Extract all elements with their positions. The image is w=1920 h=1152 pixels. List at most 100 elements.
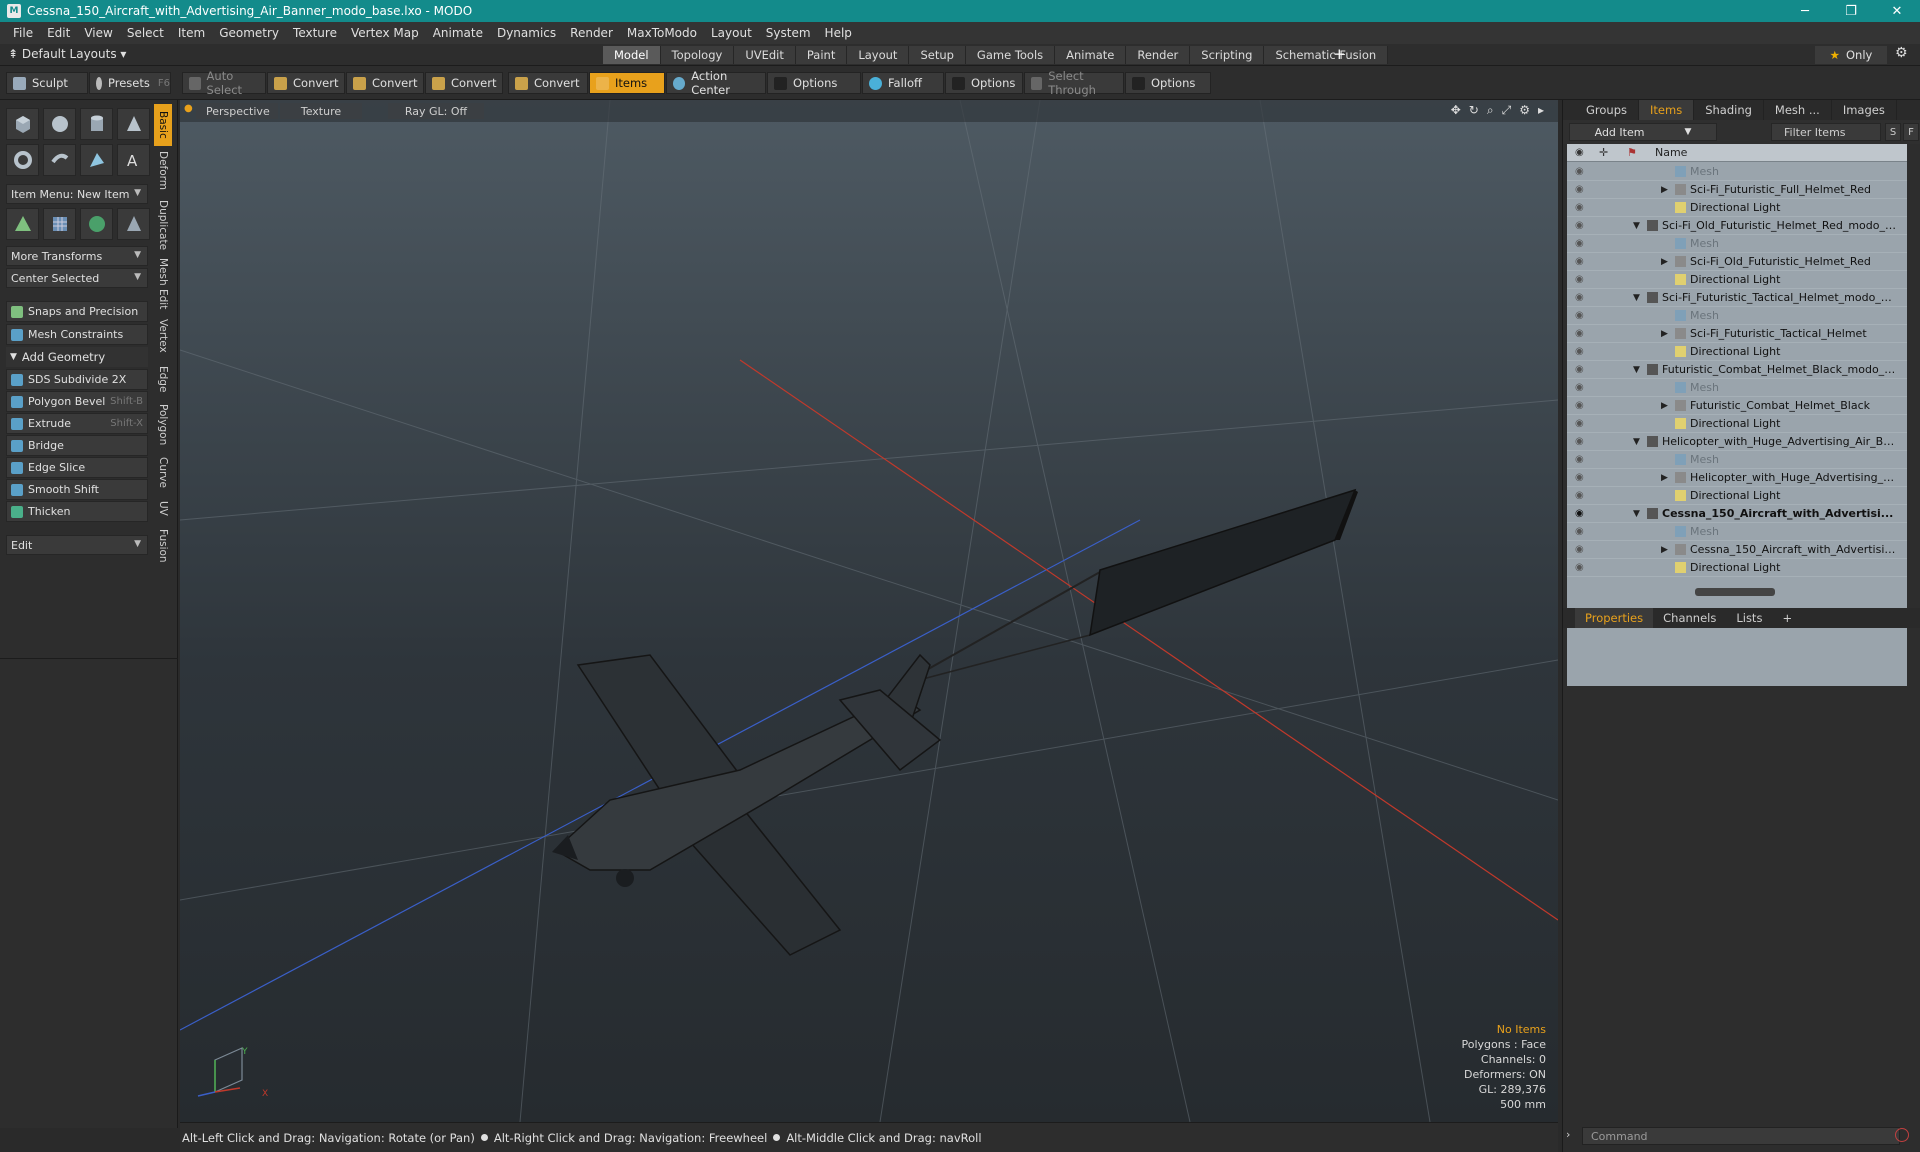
tree-mesh-row[interactable]: ◉ Mesh xyxy=(1567,451,1907,469)
shading-dropdown[interactable]: Texture xyxy=(280,103,362,119)
smooth-shift-button[interactable]: Smooth Shift xyxy=(6,479,148,500)
visibility-eye-icon[interactable]: ◉ xyxy=(1575,490,1584,501)
capsule-icon[interactable] xyxy=(43,144,76,176)
grid-icon[interactable] xyxy=(43,208,76,240)
visibility-eye-icon[interactable]: ◉ xyxy=(1575,274,1584,285)
tree-scene-row[interactable]: ◉ ▼ Futuristic_Combat_Helmet_Black_modo_ba… xyxy=(1567,361,1907,379)
select-through-button[interactable]: Select Through xyxy=(1024,69,1124,97)
viewport-gear-icon[interactable]: ⚙ xyxy=(1519,103,1530,118)
tree-light-row[interactable]: ◉ Directional Light xyxy=(1567,415,1907,433)
filter-items-input[interactable]: Filter Items xyxy=(1771,123,1881,141)
vtab-curve[interactable]: Curve xyxy=(154,452,172,492)
visibility-eye-icon[interactable]: ◉ xyxy=(1575,346,1584,357)
expand-icon[interactable]: ▶ xyxy=(1661,257,1668,267)
tab-layout[interactable]: Layout xyxy=(847,46,910,64)
pen-icon[interactable] xyxy=(80,144,113,176)
collapse-icon[interactable]: ▼ xyxy=(1633,509,1640,519)
extrude-button[interactable]: Extrude Shift-X xyxy=(6,413,148,434)
command-input[interactable]: Command xyxy=(1582,1127,1900,1145)
default-layouts-dropdown[interactable]: ⇞ Default Layouts ▾ xyxy=(8,47,126,61)
pan-icon[interactable]: ✥ xyxy=(1451,103,1461,118)
more-transforms-dropdown[interactable]: More Transforms ▼ xyxy=(6,246,148,266)
cylinder-icon[interactable] xyxy=(80,108,113,140)
menu-file[interactable]: File xyxy=(6,26,40,40)
maximize-button[interactable]: ❐ xyxy=(1828,0,1874,22)
vtab-mesh-edit[interactable]: Mesh Edit xyxy=(154,256,172,312)
convert-vertices-button[interactable]: Convert xyxy=(267,72,345,94)
tree-mesh-row[interactable]: ◉ Mesh xyxy=(1567,163,1907,181)
vtab-edge[interactable]: Edge xyxy=(154,360,172,398)
f-button[interactable]: F xyxy=(1903,123,1919,141)
visibility-eye-icon[interactable]: ◉ xyxy=(1575,544,1584,555)
viewport-menu-icon[interactable]: ● xyxy=(184,103,193,114)
expand-icon[interactable]: ▶ xyxy=(1661,401,1668,411)
edge-slice-button[interactable]: Edge Slice xyxy=(6,457,148,478)
menu-select[interactable]: Select xyxy=(120,26,171,40)
visibility-eye-icon[interactable]: ◉ xyxy=(1575,400,1584,411)
tab-game-tools[interactable]: Game Tools xyxy=(965,46,1056,64)
tab-animate[interactable]: Animate xyxy=(1055,46,1127,64)
menu-system[interactable]: System xyxy=(759,26,818,40)
mesh-constraints-button[interactable]: Mesh Constraints xyxy=(6,324,148,345)
visibility-eye-icon[interactable]: ◉ xyxy=(1575,454,1584,465)
cube-icon[interactable] xyxy=(6,108,39,140)
action-center-button[interactable]: Action Center xyxy=(666,69,766,97)
fit-icon[interactable]: ⤢ xyxy=(1502,103,1512,118)
menu-texture[interactable]: Texture xyxy=(286,26,344,40)
visibility-eye-icon[interactable]: ◉ xyxy=(1575,202,1584,213)
menu-maxtomodo[interactable]: MaxToModo xyxy=(620,26,704,40)
expand-icon[interactable]: ▶ xyxy=(1661,185,1668,195)
select-options-button[interactable]: Options xyxy=(1125,72,1211,94)
close-button[interactable]: ✕ xyxy=(1874,0,1920,22)
menu-geometry[interactable]: Geometry xyxy=(212,26,286,40)
visibility-eye-icon[interactable]: ◉ xyxy=(1575,472,1584,483)
menu-view[interactable]: View xyxy=(77,26,119,40)
collapse-icon[interactable]: ▼ xyxy=(1633,221,1640,231)
menu-dynamics[interactable]: Dynamics xyxy=(490,26,563,40)
vtab-basic[interactable]: Basic xyxy=(154,104,172,146)
visibility-eye-icon[interactable]: ◉ xyxy=(1575,238,1584,249)
visibility-eye-icon[interactable]: ◉ xyxy=(1575,292,1584,303)
visibility-eye-icon[interactable]: ◉ xyxy=(1575,256,1584,267)
convert-polygons-button[interactable]: Convert xyxy=(425,72,503,94)
minimize-button[interactable]: ─ xyxy=(1782,0,1828,22)
item-menu-dropdown[interactable]: Item Menu: New Item ▼ xyxy=(6,184,148,204)
menu-layout[interactable]: Layout xyxy=(704,26,759,40)
globe-icon[interactable] xyxy=(80,208,113,240)
tree-light-row[interactable]: ◉ Directional Light xyxy=(1567,559,1907,577)
visibility-eye-icon[interactable]: ◉ xyxy=(1575,364,1584,375)
tab-model[interactable]: Model xyxy=(603,46,661,64)
polygon-bevel-button[interactable]: Polygon Bevel Shift-B xyxy=(6,391,148,412)
tab-shading[interactable]: Shading xyxy=(1694,100,1764,120)
falloff-button[interactable]: Falloff xyxy=(862,72,944,94)
menu-help[interactable]: Help xyxy=(818,26,859,40)
tab-mesh[interactable]: Mesh ... xyxy=(1764,100,1832,120)
vtab-polygon[interactable]: Polygon xyxy=(154,400,172,450)
thicken-button[interactable]: Thicken xyxy=(6,501,148,522)
expand-icon[interactable]: ▸ xyxy=(1538,103,1544,118)
vtab-uv[interactable]: UV xyxy=(154,494,172,522)
tree-scene-row[interactable]: ◉ ▼ Sci-Fi_Futuristic_Tactical_Helmet_modo… xyxy=(1567,289,1907,307)
expand-icon[interactable]: ▶ xyxy=(1661,473,1668,483)
tab-lists[interactable]: Lists xyxy=(1726,608,1772,628)
sphere-icon[interactable] xyxy=(43,108,76,140)
menu-edit[interactable]: Edit xyxy=(40,26,77,40)
view-dropdown[interactable]: Perspective xyxy=(196,103,278,119)
expand-icon[interactable]: ▶ xyxy=(1661,545,1668,555)
snaps-precision-button[interactable]: Snaps and Precision xyxy=(6,301,148,322)
tab-schematic-fusion[interactable]: Schematic Fusion xyxy=(1264,46,1389,64)
tree-light-row[interactable]: ◉ Directional Light xyxy=(1567,487,1907,505)
vtab-duplicate[interactable]: Duplicate xyxy=(154,196,172,254)
tab-scripting[interactable]: Scripting xyxy=(1190,46,1265,64)
add-tab-icon[interactable]: + xyxy=(1333,45,1346,63)
rotate-icon[interactable]: ↻ xyxy=(1469,103,1479,118)
add-item-button[interactable]: Add Item ▼ xyxy=(1569,123,1717,141)
menu-render[interactable]: Render xyxy=(563,26,620,40)
torus-icon[interactable] xyxy=(6,144,39,176)
add-prop-tab-icon[interactable]: + xyxy=(1772,608,1802,628)
gear-icon[interactable]: ⚙ xyxy=(1895,45,1908,61)
tree-item-row[interactable]: ◉ ▶ Helicopter_with_Huge_Advertising_Air_ … xyxy=(1567,469,1907,487)
scene-canvas[interactable]: Y X xyxy=(180,100,1558,1122)
edit-dropdown[interactable]: Edit ▼ xyxy=(6,535,148,555)
menu-animate[interactable]: Animate xyxy=(426,26,490,40)
